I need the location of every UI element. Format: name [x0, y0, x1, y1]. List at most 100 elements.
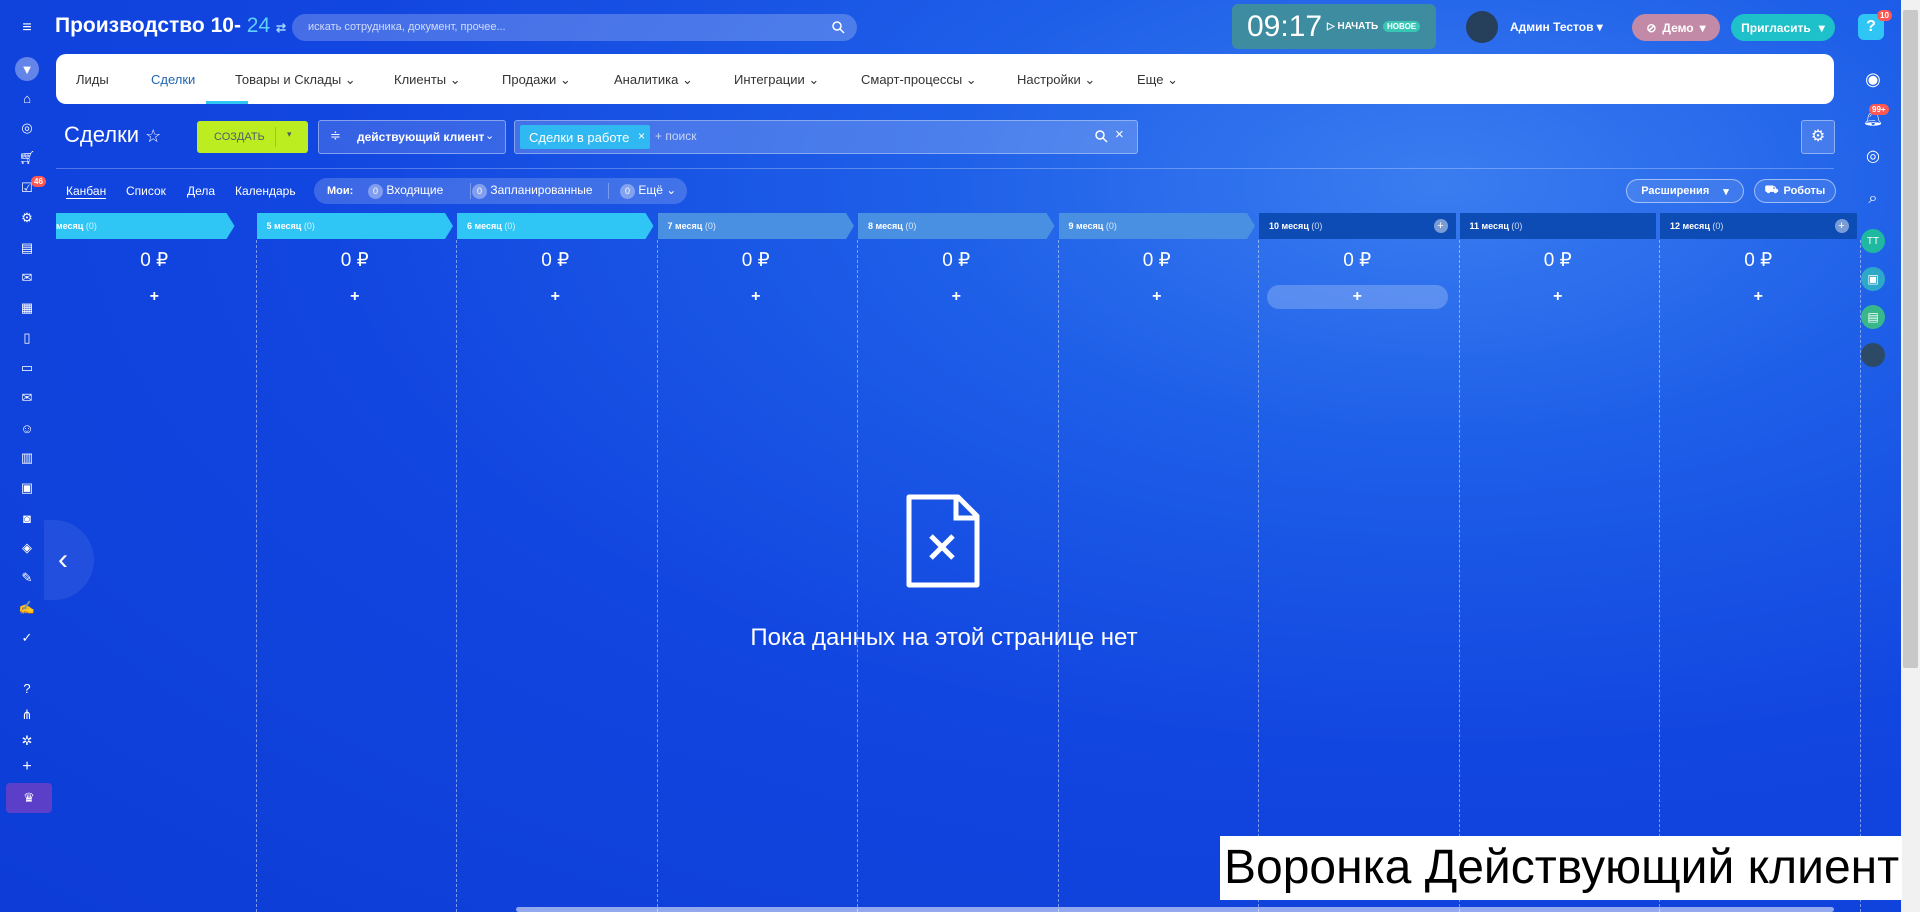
portal-title[interactable]: Производство 10- 24 ⇄: [55, 14, 286, 38]
invite-button[interactable]: Пригласить ▾: [1731, 14, 1835, 41]
edit-doc-icon[interactable]: ✎: [17, 568, 37, 588]
stage-header[interactable]: месяц (0): [56, 213, 235, 239]
category-selector[interactable]: ≑ действующий клиент ⌄: [318, 120, 506, 154]
menu-item-integrations[interactable]: Интеграции ⌄: [734, 72, 819, 88]
target-icon[interactable]: ◎: [17, 118, 37, 138]
menu-item-goods[interactable]: Товары и Склады ⌄: [235, 72, 356, 88]
view-list[interactable]: Список: [126, 184, 166, 198]
robot-icon[interactable]: ◙: [17, 508, 37, 528]
view-kanban[interactable]: Канбан: [66, 184, 107, 199]
doc-icon[interactable]: ▤: [17, 238, 37, 258]
notes-icon[interactable]: ▤: [1861, 305, 1885, 329]
crm-filter-icon[interactable]: ▼: [15, 57, 39, 81]
user-avatar-small[interactable]: [1861, 343, 1885, 367]
file-icon[interactable]: ▯: [17, 328, 37, 348]
drive-icon[interactable]: ▭: [17, 358, 37, 378]
crown-icon[interactable]: ♛: [6, 783, 52, 813]
scrollbar-vertical[interactable]: [1901, 0, 1920, 912]
stage-sum: 0 ₽: [1744, 250, 1773, 271]
menu-item-leads[interactable]: Лиды: [76, 72, 109, 87]
mail-icon[interactable]: ✉: [17, 388, 37, 408]
view-activities[interactable]: Дела: [187, 184, 215, 198]
stage-header[interactable]: 7 месяц (0): [658, 213, 855, 239]
automation-icon[interactable]: ⚙: [17, 208, 37, 228]
quick-add-button[interactable]: +: [64, 285, 245, 309]
global-search-input[interactable]: искать сотрудника, документ, прочее...: [292, 14, 857, 41]
stage-sum: 0 ₽: [541, 250, 570, 271]
add-stage-icon[interactable]: +: [1433, 219, 1448, 233]
copilot-icon[interactable]: ◉: [1861, 67, 1885, 91]
stage-header[interactable]: 9 месяц (0): [1059, 213, 1256, 239]
stage-header[interactable]: 5 месяц (0): [257, 213, 454, 239]
scroll-left-arrow[interactable]: ‹: [44, 520, 94, 600]
settings-gear-icon[interactable]: ⚙: [1801, 120, 1835, 154]
quick-add-button[interactable]: +: [1067, 285, 1248, 309]
counter-incoming[interactable]: 0 Входящие: [368, 183, 443, 199]
quick-add-button[interactable]: +: [1668, 285, 1849, 309]
help-icon[interactable]: ?: [17, 678, 37, 698]
user-avatar[interactable]: [1466, 11, 1498, 43]
menu-item-smart-processes[interactable]: Смарт-процессы ⌄: [861, 72, 977, 88]
counter-more[interactable]: 0 Ещё ⌄: [620, 183, 676, 199]
search-icon[interactable]: ⌕: [1861, 187, 1885, 211]
robots-button[interactable]: ⛟ Роботы: [1754, 179, 1836, 203]
active-tab-underline: [206, 101, 248, 104]
messenger-icon[interactable]: ◎: [1861, 144, 1885, 168]
sign-icon[interactable]: ✍: [17, 598, 37, 618]
structure-icon[interactable]: ⋔: [17, 705, 37, 725]
contact-card-icon[interactable]: ▣: [17, 478, 37, 498]
scrollbar-horizontal[interactable]: [516, 907, 1834, 912]
analytics-icon[interactable]: ▥: [17, 448, 37, 468]
filter-icon: ≑: [330, 128, 341, 143]
quick-add-button[interactable]: +: [465, 285, 646, 309]
column-divider: [1859, 240, 1861, 912]
quick-add-button[interactable]: +: [666, 285, 847, 309]
stage-header[interactable]: 6 месяц (0): [457, 213, 654, 239]
create-button[interactable]: СОЗДАТЬ ▾: [197, 121, 308, 153]
calendar-icon[interactable]: ▦: [17, 298, 37, 318]
menu-icon[interactable]: ≡: [17, 18, 37, 38]
stage-header[interactable]: 8 месяц (0): [858, 213, 1055, 239]
filter-search-input[interactable]: Сделки в работе × + поиск ×: [514, 120, 1138, 154]
filter-tag[interactable]: Сделки в работе ×: [520, 125, 650, 149]
tasks-badge: 46: [31, 176, 46, 187]
view-calendar[interactable]: Календарь: [235, 184, 296, 198]
quick-add-button[interactable]: +: [1267, 285, 1448, 309]
tag-close-icon[interactable]: ×: [638, 129, 645, 143]
extensions-button[interactable]: Расширения ▾: [1626, 179, 1744, 203]
demo-button[interactable]: ⊘ Демо ▾: [1632, 14, 1720, 41]
user-menu[interactable]: Админ Тестов ▾: [1510, 20, 1603, 34]
stage-header[interactable]: 11 месяц (0): [1459, 213, 1656, 239]
cart-icon[interactable]: 🛒︎: [17, 148, 37, 168]
chat-bubble-icon[interactable]: ▣: [1861, 267, 1885, 291]
menu-item-sales[interactable]: Продажи ⌄: [502, 72, 571, 88]
menu-item-analytics[interactable]: Аналитика ⌄: [614, 72, 693, 88]
menu-item-settings[interactable]: Настройки ⌄: [1017, 72, 1095, 88]
add-icon[interactable]: +: [17, 757, 37, 777]
new-badge: НОВОЕ: [1382, 21, 1421, 32]
star-icon[interactable]: ☆: [145, 126, 161, 146]
chat-icon[interactable]: ✉: [17, 268, 37, 288]
worktime-widget[interactable]: 09:17 ▷ НАЧАТЬ НОВОЕ: [1232, 4, 1436, 49]
stage-header[interactable]: 10 месяц (0) +: [1259, 213, 1456, 239]
menu-item-deals[interactable]: Сделки: [151, 72, 195, 87]
stage-header[interactable]: 12 месяц (0) +: [1660, 213, 1857, 239]
start-button[interactable]: ▷ НАЧАТЬ НОВОЕ: [1327, 21, 1421, 32]
menu-item-clients[interactable]: Клиенты ⌄: [394, 72, 461, 88]
stage-sum: 0 ₽: [340, 250, 369, 271]
add-stage-icon[interactable]: +: [1834, 219, 1849, 233]
settings-icon[interactable]: ✲: [17, 731, 37, 751]
page-title: Сделки ☆: [64, 122, 162, 147]
quick-add-button[interactable]: +: [1468, 285, 1649, 309]
counter-planned[interactable]: 0 Запланированные: [472, 183, 593, 199]
box-icon[interactable]: ◈: [17, 538, 37, 558]
groups-icon[interactable]: ☺: [17, 418, 37, 438]
menu-item-more[interactable]: Еще ⌄: [1137, 72, 1178, 88]
avatar-initials[interactable]: ТТ: [1861, 229, 1885, 253]
check-circle-icon[interactable]: ✓: [17, 628, 37, 648]
main-menu: Лиды Сделки Товары и Склады ⌄ Клиенты ⌄ …: [56, 54, 1834, 104]
clear-icon[interactable]: ×: [1115, 126, 1124, 143]
quick-add-button[interactable]: +: [265, 285, 446, 309]
quick-add-button[interactable]: +: [866, 285, 1047, 309]
bank-icon[interactable]: ⌂: [17, 88, 37, 108]
